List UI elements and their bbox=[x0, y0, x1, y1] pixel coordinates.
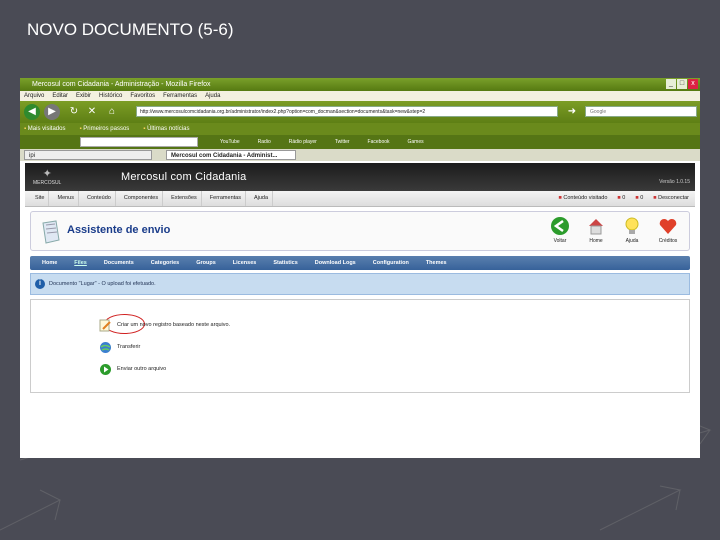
menu-help[interactable]: Ajuda bbox=[205, 91, 220, 101]
submenu-configuration[interactable]: Configuration bbox=[367, 256, 420, 270]
window-titlebar: Mercosul com Cidadania - Administração -… bbox=[20, 78, 700, 91]
admin-menu-help[interactable]: Ajuda bbox=[250, 191, 274, 206]
maximize-button[interactable]: □ bbox=[677, 79, 687, 89]
heart-icon bbox=[659, 218, 677, 234]
create-document-label: Criar um novo registro baseado neste arq… bbox=[117, 322, 231, 328]
document-icon bbox=[42, 220, 60, 244]
addon-item[interactable]: Games bbox=[408, 135, 424, 149]
menu-edit[interactable]: Editar bbox=[52, 91, 68, 101]
bookmark-getting-started[interactable]: Primeiros passos bbox=[79, 123, 129, 135]
create-document-link[interactable]: Criar um novo registro baseado neste arq… bbox=[99, 319, 231, 332]
site-logo[interactable]: ✦ MERCOSUL bbox=[33, 167, 61, 186]
submenu-categories[interactable]: Categories bbox=[145, 256, 190, 270]
edit-document-icon bbox=[99, 319, 111, 332]
window-title: Mercosul com Cidadania - Administração -… bbox=[32, 81, 211, 88]
submenu-groups[interactable]: Groups bbox=[190, 256, 227, 270]
help-button-label: Ajuda bbox=[625, 238, 639, 244]
home-icon[interactable]: ⌂ bbox=[104, 104, 120, 120]
address-bar[interactable]: http://www.mercosulcomcidadania.org.br/a… bbox=[136, 106, 558, 117]
menu-bar: Arquivo Editar Exibir Histórico Favorito… bbox=[20, 91, 700, 101]
admin-menu-content[interactable]: Conteúdo bbox=[83, 191, 116, 206]
reload-icon[interactable]: ↻ bbox=[66, 104, 82, 120]
addon-item[interactable]: Facebook bbox=[368, 135, 390, 149]
info-message: i Documento "Lugar" - O upload foi efetu… bbox=[30, 273, 690, 295]
home-button[interactable]: Home bbox=[583, 216, 609, 244]
tab-mercosul-admin[interactable]: Mercosul com Cidadania - Administ... bbox=[166, 150, 296, 160]
submenu-documents[interactable]: Documents bbox=[98, 256, 145, 270]
mercosul-star-icon: ✦ bbox=[42, 168, 52, 180]
tab-ipi[interactable]: ipi bbox=[24, 150, 152, 160]
credits-button-label: Créditos bbox=[658, 238, 678, 244]
menu-file[interactable]: Arquivo bbox=[24, 91, 44, 101]
admin-menu-menus[interactable]: Menus bbox=[53, 191, 79, 206]
back-arrow-icon[interactable]: ◀ bbox=[24, 104, 40, 120]
submenu-licenses[interactable]: Licenses bbox=[227, 256, 268, 270]
addon-item[interactable]: Radio bbox=[258, 135, 271, 149]
minimize-button[interactable]: _ bbox=[666, 79, 676, 89]
messages-count[interactable]: 0 bbox=[617, 191, 625, 206]
admin-menu-bar: Site Menus Conteúdo Componentes Extensõe… bbox=[25, 191, 695, 207]
logo-text: MERCOSUL bbox=[33, 180, 62, 186]
submenu-statistics[interactable]: Statistics bbox=[267, 256, 308, 270]
menu-view[interactable]: Exibir bbox=[76, 91, 91, 101]
menu-tools[interactable]: Ferramentas bbox=[163, 91, 197, 101]
submenu-themes[interactable]: Themes bbox=[420, 256, 458, 270]
addon-search-field[interactable] bbox=[80, 137, 198, 147]
addon-item[interactable]: YouTube bbox=[220, 135, 240, 149]
help-button[interactable]: Ajuda bbox=[619, 216, 645, 244]
navigation-toolbar: ◀ ▶ ↻ ✕ ⌂ http://www.mercosulcomcidadani… bbox=[20, 101, 700, 123]
site-title: Mercosul com Cidadania bbox=[121, 171, 247, 183]
addon-toolbar: YouTube Radio Rádio player Twitter Faceb… bbox=[20, 135, 700, 149]
upload-actions-panel: Criar um novo registro baseado neste arq… bbox=[30, 299, 690, 393]
addon-item[interactable]: Rádio player bbox=[289, 135, 317, 149]
web-page: ✦ MERCOSUL Mercosul com Cidadania Versão… bbox=[25, 163, 695, 458]
admin-menu-tools[interactable]: Ferramentas bbox=[206, 191, 246, 206]
admin-menu-extensions[interactable]: Extensões bbox=[167, 191, 202, 206]
bookmark-latest-news[interactable]: Últimas notícias bbox=[143, 123, 189, 135]
submenu-files[interactable]: Files bbox=[68, 256, 98, 270]
slide-title: NOVO DOCUMENTO (5-6) bbox=[27, 20, 234, 39]
globe-icon bbox=[100, 342, 111, 353]
close-button[interactable]: x bbox=[688, 79, 698, 89]
tab-bar: ipi Mercosul com Cidadania - Administ... bbox=[20, 149, 700, 161]
go-arrow-icon[interactable]: ➜ bbox=[564, 104, 580, 120]
upload-another-label: Enviar outro arquivo bbox=[117, 366, 167, 372]
upload-another-link[interactable]: Enviar outro arquivo bbox=[100, 364, 167, 375]
back-arrow-icon bbox=[551, 217, 569, 235]
stop-icon[interactable]: ✕ bbox=[84, 104, 100, 120]
browser-screenshot: Mercosul com Cidadania - Administração -… bbox=[20, 78, 700, 458]
component-submenu: Home Files Documents Categories Groups L… bbox=[30, 256, 690, 270]
house-icon bbox=[589, 219, 603, 235]
version-label: Versão 1.0.15 bbox=[659, 179, 690, 185]
menu-history[interactable]: Histórico bbox=[99, 91, 122, 101]
preview-link[interactable]: Conteúdo visitado bbox=[559, 191, 607, 206]
transfer-label: Transferir bbox=[117, 344, 141, 350]
info-message-text: Documento "Lugar" - O upload foi efetuad… bbox=[49, 281, 156, 287]
lightbulb-icon bbox=[625, 217, 639, 234]
submenu-download-logs[interactable]: Download Logs bbox=[309, 256, 367, 270]
page-heading: Assistente de envio bbox=[67, 224, 171, 236]
admin-menu-components[interactable]: Componentes bbox=[120, 191, 164, 206]
submenu-home[interactable]: Home bbox=[36, 256, 68, 270]
home-button-label: Home bbox=[589, 238, 603, 244]
search-input[interactable]: Google bbox=[585, 106, 697, 117]
play-arrow-icon bbox=[100, 364, 111, 375]
bookmarks-toolbar: Mais visitados Primeiros passos Últimas … bbox=[20, 123, 700, 135]
users-count: 0 bbox=[635, 191, 643, 206]
addon-item[interactable]: Twitter bbox=[335, 135, 350, 149]
bookmark-most-visited[interactable]: Mais visitados bbox=[24, 123, 66, 135]
credits-button[interactable]: Créditos bbox=[655, 216, 681, 244]
back-button-label: Voltar bbox=[553, 238, 567, 244]
page-toolbar: Assistente de envio Voltar Home Ajuda Cr… bbox=[30, 211, 690, 251]
menu-bookmarks[interactable]: Favoritos bbox=[130, 91, 155, 101]
admin-menu-site[interactable]: Site bbox=[31, 191, 50, 206]
info-icon: i bbox=[35, 279, 45, 289]
site-header: ✦ MERCOSUL Mercosul com Cidadania Versão… bbox=[25, 163, 695, 191]
back-button[interactable]: Voltar bbox=[547, 216, 573, 244]
logout-link[interactable]: Desconectar bbox=[653, 191, 689, 206]
transfer-link[interactable]: Transferir bbox=[100, 342, 141, 353]
forward-arrow-icon[interactable]: ▶ bbox=[44, 104, 60, 120]
